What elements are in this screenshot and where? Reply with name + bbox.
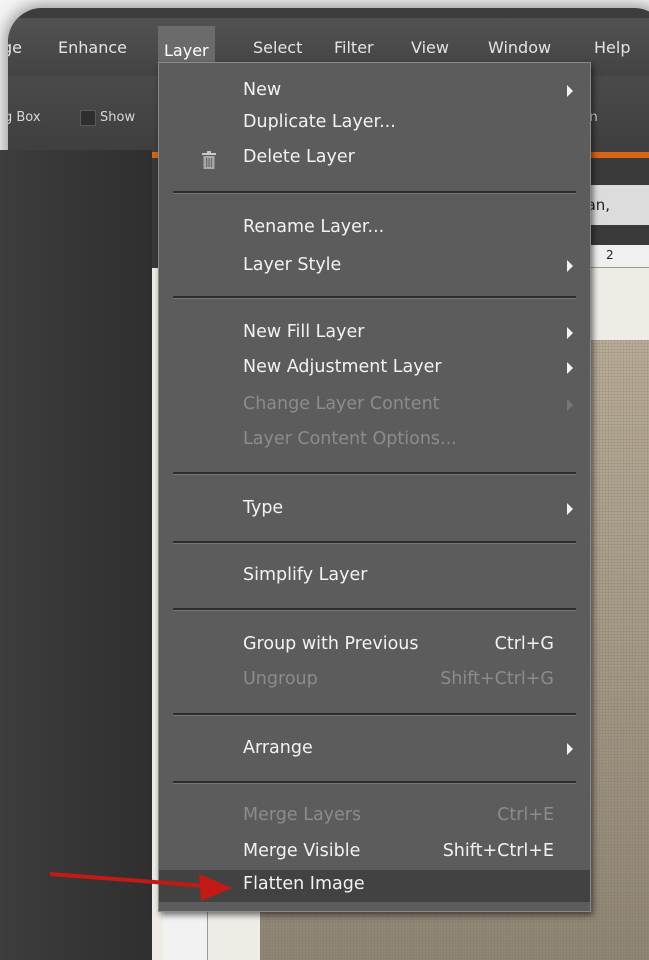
screenshot-stage: ge Enhance Layer Select Filter View Wind… [0,0,649,960]
annotation-arrow-icon [49,872,232,901]
arrow-head [199,874,232,901]
arrow-shaft [49,872,207,888]
